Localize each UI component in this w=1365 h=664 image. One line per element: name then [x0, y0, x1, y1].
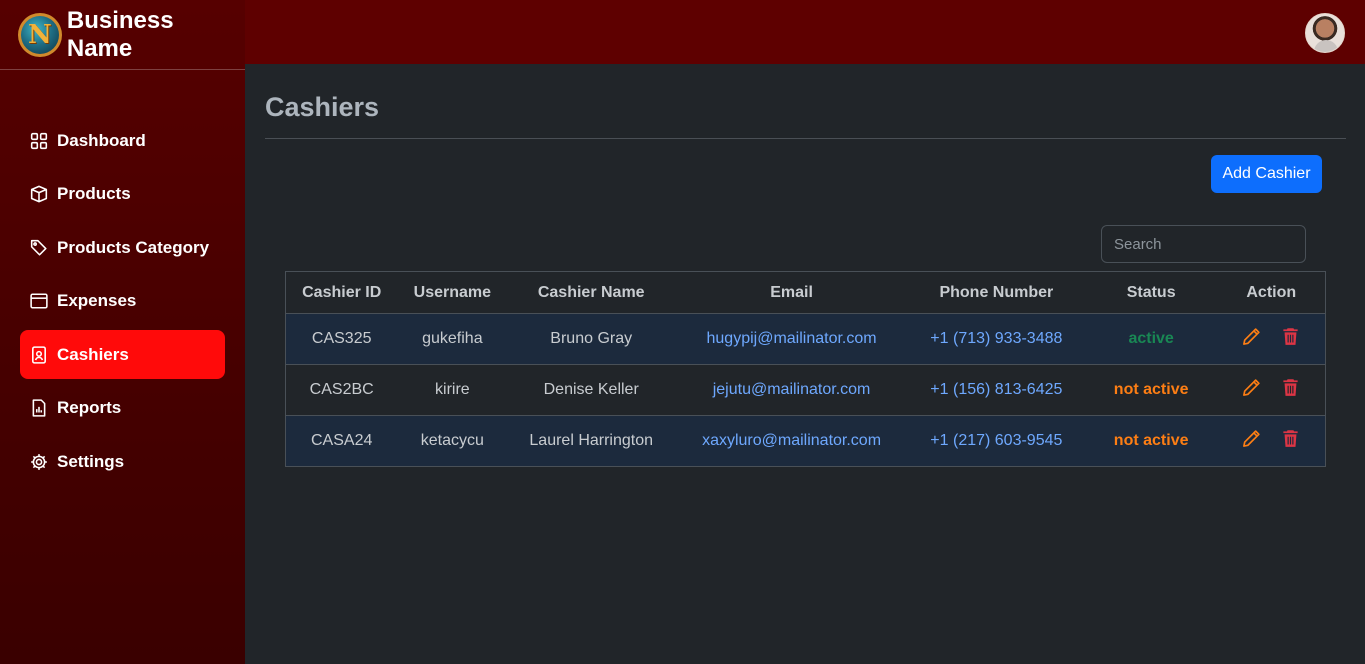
cashier-id: CAS2BC	[285, 364, 398, 416]
avatar[interactable]	[1305, 13, 1345, 53]
table-row: CASA24 ketacycu Laurel Harrington xaxylu…	[285, 415, 1326, 467]
sidebar-item-label: Products Category	[57, 237, 210, 257]
tags-icon	[30, 239, 48, 257]
column-header[interactable]: Cashier Name	[507, 271, 676, 314]
page-title: Cashiers	[265, 92, 380, 122]
add-cashier-button[interactable]: Add Cashier	[1211, 155, 1322, 193]
sidebar-item-expenses[interactable]: Expenses	[20, 277, 225, 326]
box-icon	[30, 185, 48, 203]
topbar	[245, 0, 1365, 64]
person-badge-icon	[30, 345, 48, 364]
sidebar-item-dashboard[interactable]: Dashboard	[20, 116, 225, 165]
table-row: CAS2BC kirire Denise Keller jejutu@maili…	[285, 364, 1326, 416]
column-header[interactable]: Email	[675, 271, 908, 314]
sidebar-item-label: Expenses	[57, 291, 137, 310]
cashier-id: CAS325	[285, 313, 398, 365]
gear-icon	[30, 453, 48, 471]
sidebar-item-label: Products	[57, 184, 131, 203]
sidebar-item-label: Dashboard	[57, 130, 146, 150]
cashiers-table: Cashier ID Username Cashier Name Email P…	[285, 271, 1326, 467]
divider	[265, 138, 1346, 139]
table-row: CAS325 gukefiha Bruno Gray hugypij@maili…	[285, 313, 1326, 365]
edit-pencil-icon[interactable]	[1242, 327, 1261, 346]
file-chart-icon	[30, 399, 48, 417]
sidebar-item-cashiers[interactable]: Cashiers	[20, 330, 225, 379]
action-cell	[1217, 415, 1326, 467]
table-header-row: Cashier ID Username Cashier Name Email P…	[285, 271, 1326, 314]
delete-trash-icon[interactable]	[1281, 378, 1300, 397]
sidebar-item-reports[interactable]: Reports	[20, 384, 225, 433]
column-header[interactable]: Status	[1084, 271, 1218, 314]
sidebar-item-products[interactable]: Products	[20, 170, 225, 219]
column-header[interactable]: Phone Number	[907, 271, 1085, 314]
cashier-name: Laurel Harrington	[507, 415, 676, 467]
cashier-id: CASA24	[285, 415, 398, 467]
column-header[interactable]: Cashier ID	[285, 271, 398, 314]
username: gukefiha	[397, 313, 508, 365]
username: ketacycu	[397, 415, 508, 467]
sidebar-item-products-category[interactable]: Products Category	[20, 223, 225, 272]
email-link[interactable]: hugypij@mailinator.com	[675, 313, 908, 365]
phone-link[interactable]: +1 (156) 813-6425	[907, 364, 1085, 416]
delete-trash-icon[interactable]	[1281, 429, 1300, 448]
cashier-name: Bruno Gray	[507, 313, 676, 365]
sidebar-item-settings[interactable]: Settings	[20, 437, 225, 486]
action-cell	[1217, 364, 1326, 416]
sidebar: N Business Name Dashboard Products Produ…	[0, 0, 245, 664]
phone-link[interactable]: +1 (217) 603-9545	[907, 415, 1085, 467]
status-badge: not active	[1084, 364, 1218, 416]
delete-trash-icon[interactable]	[1281, 327, 1300, 346]
sidebar-item-label: Cashiers	[57, 344, 129, 364]
logo: N	[18, 12, 62, 57]
app: N Business Name Dashboard Products Produ…	[0, 0, 1365, 664]
email-link[interactable]: jejutu@mailinator.com	[675, 364, 908, 416]
sidebar-nav: Dashboard Products Products Category Exp…	[0, 116, 245, 486]
edit-pencil-icon[interactable]	[1242, 378, 1261, 397]
phone-link[interactable]: +1 (713) 933-3488	[907, 313, 1085, 365]
edit-pencil-icon[interactable]	[1242, 429, 1261, 448]
brand[interactable]: N Business Name	[0, 0, 245, 70]
username: kirire	[397, 364, 508, 416]
main-content: Cashiers Add Cashier Cashier ID Username…	[245, 64, 1365, 664]
window-icon	[30, 292, 48, 310]
status-badge: active	[1084, 313, 1218, 365]
email-link[interactable]: xaxyluro@mailinator.com	[675, 415, 908, 467]
column-header[interactable]: Username	[397, 271, 508, 314]
column-header: Action	[1217, 271, 1326, 314]
grid-icon	[30, 132, 48, 150]
search-input[interactable]	[1101, 225, 1306, 263]
action-cell	[1217, 313, 1326, 365]
status-badge: not active	[1084, 415, 1218, 467]
sidebar-item-label: Settings	[57, 451, 125, 471]
sidebar-item-label: Reports	[57, 398, 122, 417]
brand-name: Business Name	[66, 6, 174, 62]
cashier-name: Denise Keller	[507, 364, 676, 416]
